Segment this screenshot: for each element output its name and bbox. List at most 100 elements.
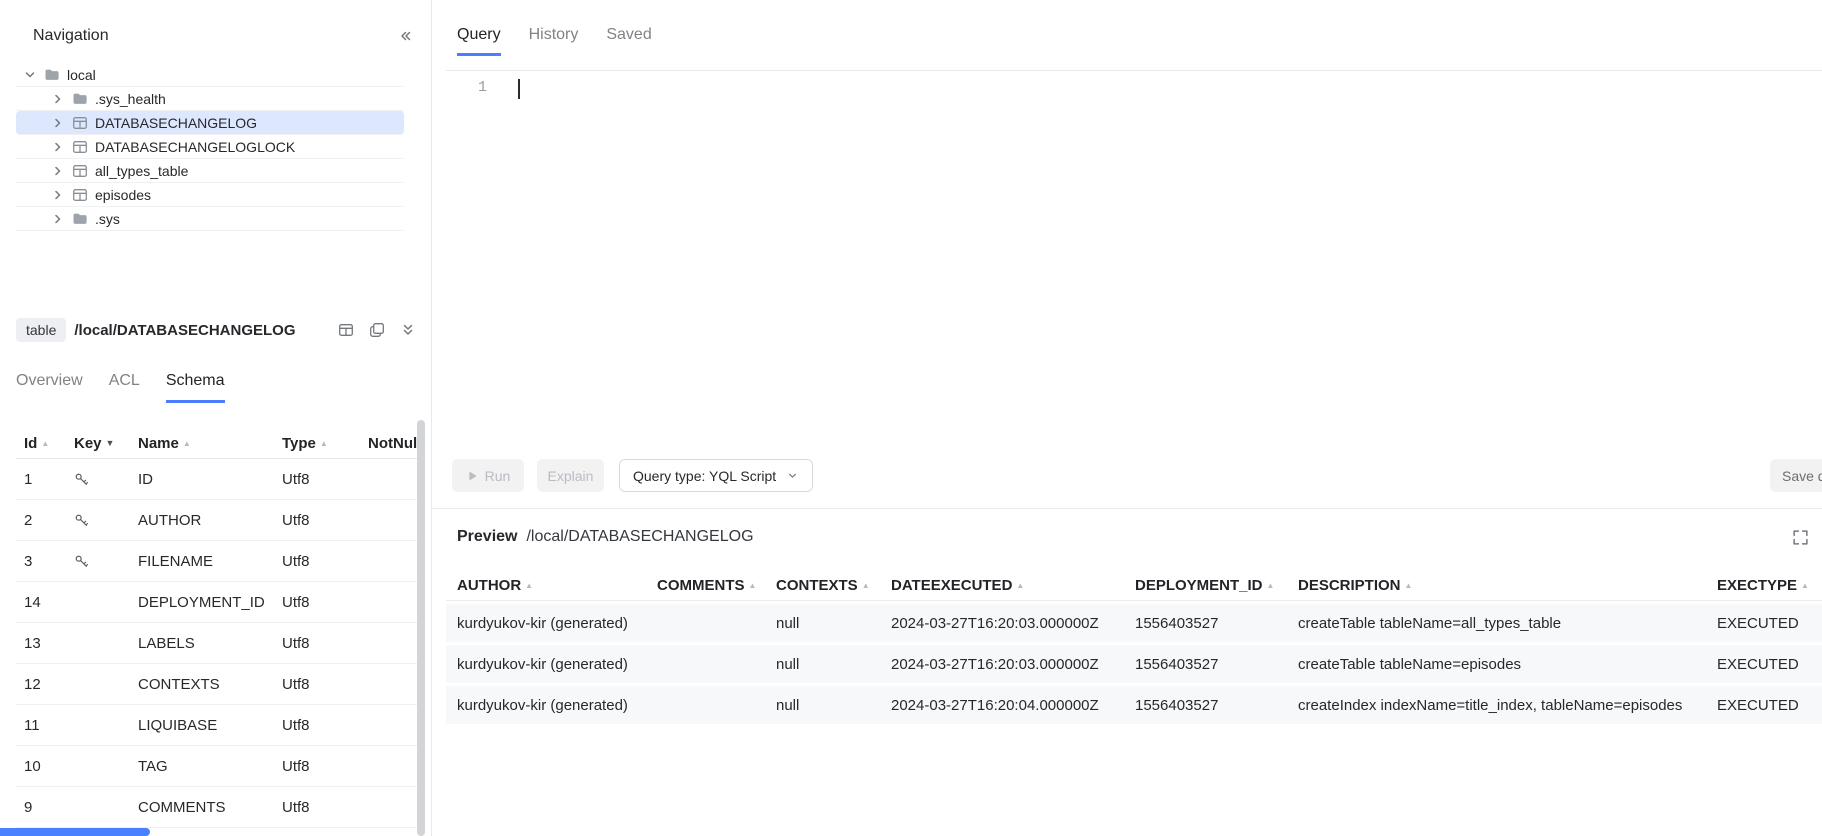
sort-icon: ▲: [1801, 581, 1809, 590]
sort-icon: ▲: [1267, 581, 1275, 590]
schema-row[interactable]: 3 FILENAME Utf8: [16, 541, 417, 582]
cell-type: Utf8: [282, 553, 368, 570]
preview-table-header: AUTHOR▲ COMMENTS▲ CONTEXTS▲ DATEEXECUTED…: [446, 570, 1822, 601]
chevron-right-icon[interactable]: [50, 139, 66, 155]
cell-id: 14: [24, 594, 74, 611]
column-header-author[interactable]: AUTHOR▲: [457, 577, 657, 594]
table-icon: [72, 115, 88, 131]
sort-icon: ▲: [1016, 581, 1024, 590]
query-type-select[interactable]: Query type: YQL Script: [619, 459, 813, 492]
schema-row[interactable]: 13 LABELS Utf8: [16, 623, 417, 664]
object-summary-header: table /local/DATABASECHANGELOG: [16, 316, 416, 344]
schema-row[interactable]: 12 CONTEXTS Utf8: [16, 664, 417, 705]
chevron-down-icon: [786, 469, 799, 482]
open-preview-icon[interactable]: [338, 322, 354, 338]
tab-query[interactable]: Query: [457, 26, 501, 56]
tab-acl[interactable]: ACL: [109, 372, 140, 403]
tree-item-label: DATABASECHANGELOGLOCK: [95, 139, 295, 155]
tree-item-databasechangeloglock[interactable]: DATABASECHANGELOGLOCK: [16, 135, 404, 159]
schema-table: Id▲ Key▼ Name▲ Type▲ NotNull 1 ID Utf8 2…: [16, 428, 417, 836]
tree-item-sys[interactable]: .sys: [16, 207, 404, 231]
chevron-right-icon[interactable]: [50, 115, 66, 131]
cell-name: FILENAME: [138, 553, 282, 570]
preview-header: Preview /local/DATABASECHANGELOG: [457, 528, 1809, 546]
column-header-id[interactable]: Id▲: [24, 435, 74, 452]
chevron-double-down-icon[interactable]: [400, 322, 416, 338]
column-header-contexts[interactable]: CONTEXTS▲: [776, 577, 891, 594]
column-header-deployment-id[interactable]: DEPLOYMENT_ID▲: [1135, 577, 1298, 594]
cell-name: AUTHOR: [138, 512, 282, 529]
tab-overview[interactable]: Overview: [16, 372, 83, 403]
chevron-right-icon[interactable]: [50, 91, 66, 107]
cell-type: Utf8: [282, 758, 368, 775]
tree-item-label: .sys: [95, 211, 120, 227]
tab-saved[interactable]: Saved: [606, 26, 651, 56]
column-header-exectype[interactable]: EXECTYPE▲: [1717, 577, 1822, 594]
chevron-right-icon[interactable]: [50, 163, 66, 179]
object-summary-tabs: Overview ACL Schema: [16, 372, 225, 403]
column-header-description[interactable]: DESCRIPTION▲: [1298, 577, 1717, 594]
schema-table-header: Id▲ Key▼ Name▲ Type▲ NotNull: [16, 428, 417, 459]
schema-row[interactable]: 10 TAG Utf8: [16, 746, 417, 787]
save-query-button[interactable]: Save query: [1770, 459, 1822, 492]
cell-deployment-id: 1556403527: [1135, 615, 1298, 632]
editor-line-number: 1: [446, 76, 506, 100]
preview-row[interactable]: kurdyukov-kir (generated) null 2024-03-2…: [446, 604, 1822, 642]
run-button[interactable]: Run: [452, 459, 524, 492]
schema-horizontal-scrollbar[interactable]: [0, 828, 150, 836]
cell-deployment-id: 1556403527: [1135, 656, 1298, 673]
column-header-dateexecuted[interactable]: DATEEXECUTED▲: [891, 577, 1135, 594]
column-header-name[interactable]: Name▲: [138, 435, 282, 452]
tree-item-label: local: [67, 67, 96, 83]
tab-history[interactable]: History: [529, 26, 579, 56]
query-editor[interactable]: 1: [446, 70, 1822, 450]
column-header-key[interactable]: Key▼: [74, 435, 138, 452]
schema-row[interactable]: 14 DEPLOYMENT_ID Utf8: [16, 582, 417, 623]
column-header-notnull[interactable]: NotNull: [368, 435, 417, 452]
preview-row[interactable]: kurdyukov-kir (generated) null 2024-03-2…: [446, 645, 1822, 683]
preview-path: /local/DATABASECHANGELOG: [526, 528, 753, 546]
cell-type: Utf8: [282, 799, 368, 816]
schema-row[interactable]: 11 LIQUIBASE Utf8: [16, 705, 417, 746]
copy-path-icon[interactable]: [369, 322, 385, 338]
cell-contexts: null: [776, 697, 891, 714]
column-header-comments[interactable]: COMMENTS▲: [657, 577, 776, 594]
cell-type: Utf8: [282, 635, 368, 652]
collapse-panel-icon[interactable]: [397, 28, 413, 44]
tab-schema[interactable]: Schema: [166, 372, 225, 403]
schema-row[interactable]: 9 COMMENTS Utf8: [16, 787, 417, 828]
cell-type: Utf8: [282, 512, 368, 529]
schema-row[interactable]: 2 AUTHOR Utf8: [16, 500, 417, 541]
cell-contexts: null: [776, 656, 891, 673]
tree-item-episodes[interactable]: episodes: [16, 183, 404, 207]
tree-item-sys-health[interactable]: .sys_health: [16, 87, 404, 111]
column-header-type[interactable]: Type▲: [282, 435, 368, 452]
tree-item-databasechangelog[interactable]: DATABASECHANGELOG: [16, 111, 404, 135]
tree-item-label: .sys_health: [95, 91, 166, 107]
explain-button[interactable]: Explain: [537, 459, 604, 492]
chevron-right-icon[interactable]: [50, 187, 66, 203]
tree-item-all-types-table[interactable]: all_types_table: [16, 159, 404, 183]
chevron-down-icon[interactable]: [22, 67, 38, 83]
schema-vertical-scrollbar[interactable]: [417, 420, 425, 836]
cell-name: TAG: [138, 758, 282, 775]
cell-id: 12: [24, 676, 74, 693]
cell-exectype: EXECUTED: [1717, 615, 1822, 632]
folder-icon: [44, 67, 60, 83]
chevron-right-icon[interactable]: [50, 211, 66, 227]
cell-deployment-id: 1556403527: [1135, 697, 1298, 714]
sort-icon: ▼: [106, 438, 115, 448]
cell-exectype: EXECUTED: [1717, 656, 1822, 673]
sort-icon: ▲: [525, 581, 533, 590]
section-divider: [432, 508, 1822, 509]
key-icon: [74, 513, 138, 528]
preview-row[interactable]: kurdyukov-kir (generated) null 2024-03-2…: [446, 686, 1822, 724]
cell-name: LABELS: [138, 635, 282, 652]
cell-dateexecuted: 2024-03-27T16:20:03.000000Z: [891, 656, 1135, 673]
cell-id: 11: [24, 717, 74, 734]
schema-row[interactable]: 1 ID Utf8: [16, 459, 417, 500]
tree-item-local[interactable]: local: [16, 63, 404, 87]
fullscreen-icon[interactable]: [1792, 529, 1809, 546]
key-icon: [74, 472, 138, 487]
preview-table: AUTHOR▲ COMMENTS▲ CONTEXTS▲ DATEEXECUTED…: [446, 570, 1822, 724]
